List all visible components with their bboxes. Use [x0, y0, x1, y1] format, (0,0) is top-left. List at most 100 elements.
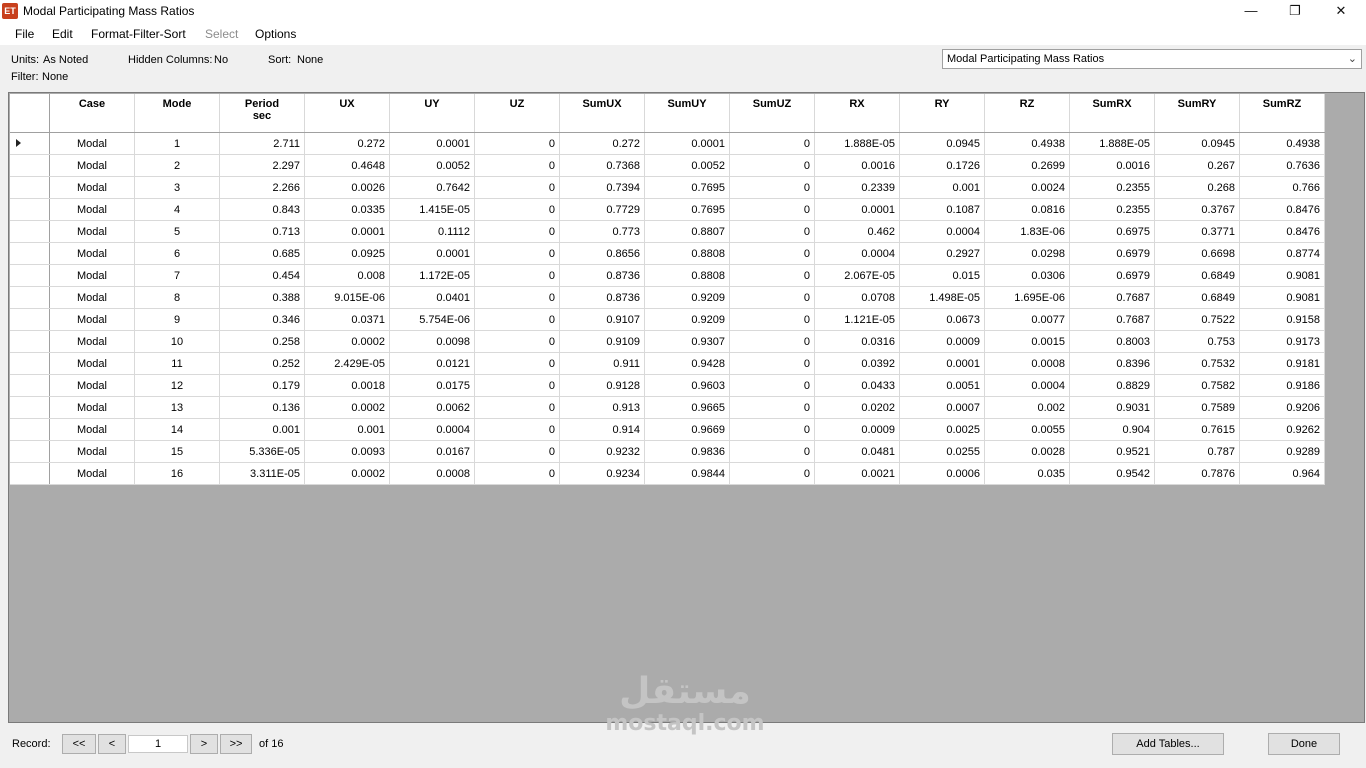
menu-format-filter-sort[interactable]: Format-Filter-Sort: [91, 27, 186, 41]
table-cell-uy[interactable]: 0.0052: [389, 154, 475, 177]
table-cell-period[interactable]: 2.297: [219, 154, 305, 177]
table-cell-sumrx[interactable]: 0.9031: [1069, 396, 1155, 419]
table-cell-uy[interactable]: 1.172E-05: [389, 264, 475, 287]
table-cell-rx[interactable]: 1.888E-05: [814, 132, 900, 155]
column-header-sumuy[interactable]: SumUY: [644, 94, 730, 133]
table-cell-sumrz[interactable]: 0.766: [1239, 176, 1325, 199]
table-cell-rx[interactable]: 0.0021: [814, 462, 900, 485]
table-cell-sumrx[interactable]: 0.8396: [1069, 352, 1155, 375]
row-selector[interactable]: [10, 330, 50, 353]
table-cell-sumuz[interactable]: 0: [729, 462, 815, 485]
table-cell-sumrx[interactable]: 0.0016: [1069, 154, 1155, 177]
table-cell-ry[interactable]: 0.001: [899, 176, 985, 199]
menu-edit[interactable]: Edit: [52, 27, 73, 41]
table-cell-ry[interactable]: 0.0255: [899, 440, 985, 463]
table-cell-case[interactable]: Modal: [49, 176, 135, 199]
table-cell-sumuz[interactable]: 0: [729, 154, 815, 177]
table-cell-uz[interactable]: 0: [474, 220, 560, 243]
table-cell-rz[interactable]: 0.0028: [984, 440, 1070, 463]
table-cell-ry[interactable]: 0.015: [899, 264, 985, 287]
table-cell-uz[interactable]: 0: [474, 308, 560, 331]
table-row[interactable]: Modal 3 2.266 0.0026 0.7642 0 0.7394 0.7695 0 0.2…: [10, 176, 1325, 199]
table-cell-ry[interactable]: 0.2927: [899, 242, 985, 265]
table-cell-period[interactable]: 0.685: [219, 242, 305, 265]
table-cell-sumuz[interactable]: 0: [729, 396, 815, 419]
row-selector[interactable]: [10, 242, 50, 265]
table-row[interactable]: Modal 7 0.454 0.008 1.172E-05 0 0.8736 0.8808 0 2…: [10, 264, 1325, 287]
table-cell-sumuy[interactable]: 0.9844: [644, 462, 730, 485]
table-cell-ry[interactable]: 0.0004: [899, 220, 985, 243]
table-cell-period[interactable]: 2.266: [219, 176, 305, 199]
table-cell-sumuy[interactable]: 0.9307: [644, 330, 730, 353]
table-cell-period[interactable]: 0.258: [219, 330, 305, 353]
table-row[interactable]: Modal 5 0.713 0.0001 0.1112 0 0.773 0.8807 0 0.46…: [10, 220, 1325, 243]
table-cell-mode[interactable]: 3: [134, 176, 220, 199]
table-cell-sumrx[interactable]: 0.6975: [1069, 220, 1155, 243]
table-cell-uz[interactable]: 0: [474, 154, 560, 177]
first-record-button[interactable]: <<: [62, 734, 96, 754]
table-cell-uy[interactable]: 0.0167: [389, 440, 475, 463]
table-cell-rx[interactable]: 0.462: [814, 220, 900, 243]
table-cell-rz[interactable]: 0.035: [984, 462, 1070, 485]
table-cell-mode[interactable]: 4: [134, 198, 220, 221]
table-cell-mode[interactable]: 8: [134, 286, 220, 309]
column-header-sumuz[interactable]: SumUZ: [729, 94, 815, 133]
table-cell-mode[interactable]: 16: [134, 462, 220, 485]
table-cell-sumrx[interactable]: 0.904: [1069, 418, 1155, 441]
table-cell-rz[interactable]: 0.0055: [984, 418, 1070, 441]
row-selector[interactable]: [10, 374, 50, 397]
table-cell-uy[interactable]: 1.415E-05: [389, 198, 475, 221]
row-selector[interactable]: [10, 154, 50, 177]
table-cell-mode[interactable]: 10: [134, 330, 220, 353]
table-cell-sumrx[interactable]: 0.6979: [1069, 264, 1155, 287]
table-cell-ux[interactable]: 0.0925: [304, 242, 390, 265]
table-row[interactable]: Modal 12 0.179 0.0018 0.0175 0 0.9128 0.9603 0 0.…: [10, 374, 1325, 397]
table-cell-sumry[interactable]: 0.7589: [1154, 396, 1240, 419]
table-cell-rx[interactable]: 0.0004: [814, 242, 900, 265]
table-row[interactable]: Modal 10 0.258 0.0002 0.0098 0 0.9109 0.9307 0 0.…: [10, 330, 1325, 353]
table-cell-uy[interactable]: 5.754E-06: [389, 308, 475, 331]
table-cell-sumuz[interactable]: 0: [729, 352, 815, 375]
table-cell-uy[interactable]: 0.0121: [389, 352, 475, 375]
table-cell-sumuz[interactable]: 0: [729, 286, 815, 309]
table-cell-sumrx[interactable]: 0.7687: [1069, 286, 1155, 309]
close-button[interactable]: ✕: [1318, 0, 1364, 23]
table-cell-period[interactable]: 3.311E-05: [219, 462, 305, 485]
table-cell-sumux[interactable]: 0.8736: [559, 264, 645, 287]
table-cell-rz[interactable]: 0.002: [984, 396, 1070, 419]
table-cell-uz[interactable]: 0: [474, 418, 560, 441]
table-cell-sumrz[interactable]: 0.9081: [1239, 264, 1325, 287]
table-cell-sumry[interactable]: 0.753: [1154, 330, 1240, 353]
table-cell-sumrx[interactable]: 1.888E-05: [1069, 132, 1155, 155]
table-cell-case[interactable]: Modal: [49, 242, 135, 265]
table-cell-mode[interactable]: 12: [134, 374, 220, 397]
table-cell-uy[interactable]: 0.0001: [389, 132, 475, 155]
menu-options[interactable]: Options: [255, 27, 296, 41]
table-cell-rz[interactable]: 0.0816: [984, 198, 1070, 221]
row-selector[interactable]: [10, 286, 50, 309]
table-cell-mode[interactable]: 14: [134, 418, 220, 441]
table-cell-period[interactable]: 0.454: [219, 264, 305, 287]
row-selector[interactable]: [10, 220, 50, 243]
table-cell-sumry[interactable]: 0.268: [1154, 176, 1240, 199]
table-cell-rz[interactable]: 1.695E-06: [984, 286, 1070, 309]
table-cell-case[interactable]: Modal: [49, 132, 135, 155]
table-cell-mode[interactable]: 13: [134, 396, 220, 419]
table-cell-sumrx[interactable]: 0.2355: [1069, 176, 1155, 199]
table-cell-rz[interactable]: 0.0008: [984, 352, 1070, 375]
table-cell-sumux[interactable]: 0.272: [559, 132, 645, 155]
table-cell-sumuy[interactable]: 0.0001: [644, 132, 730, 155]
row-selector[interactable]: [10, 198, 50, 221]
table-cell-ry[interactable]: 0.1726: [899, 154, 985, 177]
column-header-case[interactable]: Case: [49, 94, 135, 133]
table-cell-sumuy[interactable]: 0.8807: [644, 220, 730, 243]
table-cell-mode[interactable]: 9: [134, 308, 220, 331]
table-cell-case[interactable]: Modal: [49, 220, 135, 243]
table-cell-sumuz[interactable]: 0: [729, 440, 815, 463]
table-cell-sumrx[interactable]: 0.8829: [1069, 374, 1155, 397]
table-cell-ry[interactable]: 0.0051: [899, 374, 985, 397]
table-cell-case[interactable]: Modal: [49, 264, 135, 287]
row-selector[interactable]: [10, 308, 50, 331]
table-cell-ux[interactable]: 0.272: [304, 132, 390, 155]
table-cell-uy[interactable]: 0.7642: [389, 176, 475, 199]
